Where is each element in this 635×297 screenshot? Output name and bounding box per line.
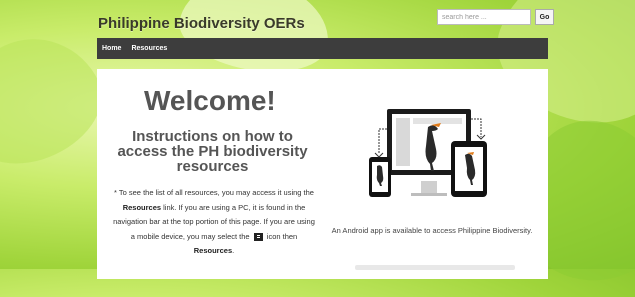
partially-visible-text (355, 265, 515, 270)
android-app-notice: An Android app is available to access Ph… (331, 226, 533, 235)
search-form: Go (437, 9, 554, 25)
go-button[interactable]: Go (535, 9, 554, 25)
navigation-bar: Home Resources (97, 38, 548, 59)
nav-item-resources[interactable]: Resources (131, 45, 167, 52)
main-content: Welcome! Instructions on how to access t… (97, 69, 548, 279)
instructions-paragraph: * To see the list of all resources, you … (112, 186, 316, 259)
devices-illustration (369, 109, 487, 197)
paragraph-text: * To see the list of all resources, you … (114, 188, 314, 197)
menu-icon (253, 232, 263, 241)
welcome-heading: Welcome! (144, 85, 276, 116)
search-input[interactable] (437, 9, 531, 25)
resources-text: Resources (193, 246, 233, 255)
nav-item-home[interactable]: Home (102, 45, 121, 52)
paragraph-text: icon then (264, 231, 298, 241)
instructions-heading: Instructions on how to access the PH bio… (117, 128, 308, 175)
resources-link-text: Resources (122, 202, 162, 212)
paragraph-text: . (232, 246, 235, 255)
site-title[interactable]: Philippine Biodiversity OERs (98, 15, 305, 32)
